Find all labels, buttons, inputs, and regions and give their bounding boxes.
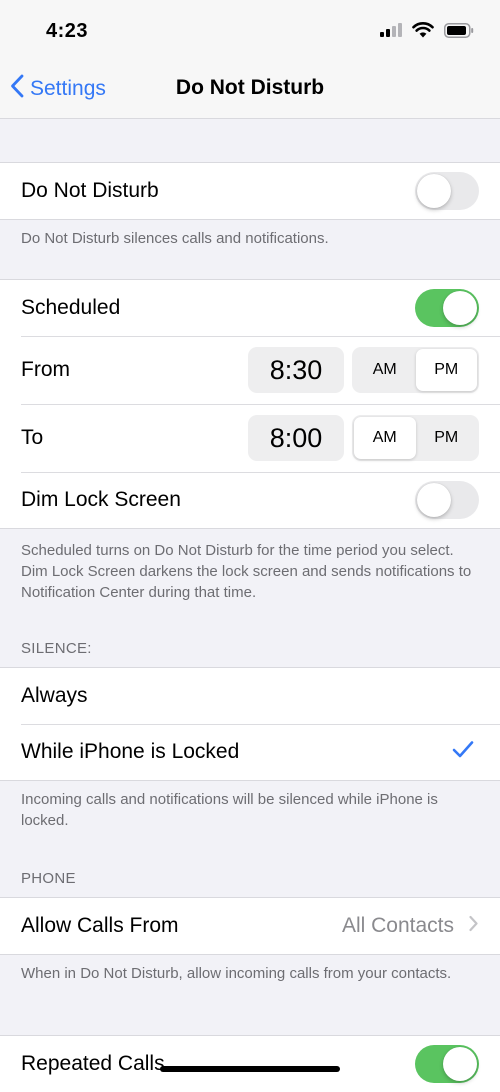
allow-calls-from-row[interactable]: Allow Calls From All Contacts: [0, 898, 500, 954]
phone-group: Allow Calls From All Contacts: [0, 897, 500, 955]
to-row: To 8:00 AM PM: [0, 404, 500, 472]
to-pm-option[interactable]: PM: [416, 417, 478, 459]
phone-footer-note: When in Do Not Disturb, allow incoming c…: [21, 965, 452, 982]
silence-group: Always While iPhone is Locked: [0, 667, 500, 781]
to-ampm-segmented-control: AM PM: [352, 415, 479, 461]
toggle-knob: [443, 1047, 477, 1081]
silence-while-locked-label: While iPhone is Locked: [21, 740, 240, 763]
from-am-option[interactable]: AM: [354, 349, 416, 391]
chevron-right-icon: [469, 915, 478, 937]
to-label: To: [21, 426, 44, 449]
silence-always-row[interactable]: Always: [0, 668, 500, 724]
toggle-knob: [417, 483, 451, 517]
home-indicator: [160, 1066, 340, 1072]
dim-lock-screen-toggle[interactable]: [415, 481, 479, 519]
page-title: Do Not Disturb: [175, 76, 325, 99]
wifi-icon: [412, 22, 434, 43]
silence-footer-note: Incoming calls and notifications will be…: [21, 791, 438, 829]
from-row: From 8:30 AM PM: [0, 336, 500, 404]
scheduled-toggle[interactable]: [415, 289, 479, 327]
dnd-row: Do Not Disturb: [0, 163, 500, 219]
toggle-knob: [417, 174, 451, 208]
from-label: From: [21, 358, 70, 381]
checkmark-icon: [452, 741, 474, 764]
dnd-label: Do Not Disturb: [21, 179, 159, 202]
to-time-picker[interactable]: 8:00: [248, 415, 344, 461]
signal-icon: [380, 23, 402, 42]
status-bar: 4:23: [0, 0, 500, 62]
status-time: 4:23: [46, 20, 89, 42]
dim-lock-screen-row: Dim Lock Screen: [0, 472, 500, 528]
dnd-footer-note: Do Not Disturb silences calls and notifi…: [21, 230, 329, 247]
from-time-picker[interactable]: 8:30: [248, 347, 344, 393]
status-icons: [380, 22, 474, 43]
to-am-option[interactable]: AM: [354, 417, 416, 459]
repeated-calls-label: Repeated Calls: [21, 1052, 165, 1075]
dnd-group: Do Not Disturb: [0, 162, 500, 220]
dim-lock-screen-label: Dim Lock Screen: [21, 488, 181, 511]
allow-calls-from-label: Allow Calls From: [21, 914, 179, 937]
dnd-toggle[interactable]: [415, 172, 479, 210]
scheduled-row: Scheduled: [0, 280, 500, 336]
from-ampm-segmented-control: AM PM: [352, 347, 479, 393]
allow-calls-from-value: All Contacts: [341, 914, 454, 937]
phone-section-header: PHONE: [21, 870, 76, 887]
silence-while-locked-row[interactable]: While iPhone is Locked: [0, 724, 500, 780]
navigation-bar: Settings Do Not Disturb: [0, 62, 500, 119]
silence-section-header: SILENCE:: [21, 640, 92, 657]
battery-icon: [444, 22, 474, 43]
from-pm-option[interactable]: PM: [415, 349, 477, 391]
silence-always-label: Always: [21, 684, 88, 707]
scheduled-label: Scheduled: [21, 296, 121, 319]
schedule-footer-note: Scheduled turns on Do Not Disturb for th…: [21, 542, 472, 601]
repeated-calls-row: Repeated Calls: [0, 1036, 500, 1092]
repeated-calls-toggle[interactable]: [415, 1045, 479, 1083]
schedule-group: Scheduled From 8:30 AM PM To 8:00 AM PM …: [0, 279, 500, 529]
toggle-knob: [443, 291, 477, 325]
repeated-calls-group: Repeated Calls: [0, 1035, 500, 1092]
